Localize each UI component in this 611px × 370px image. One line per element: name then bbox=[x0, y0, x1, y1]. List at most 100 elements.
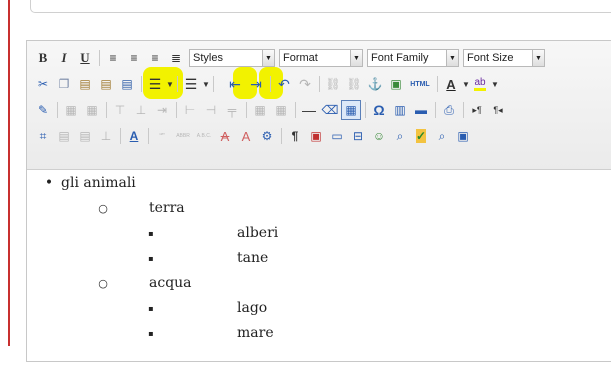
insert-layer-button[interactable]: ⌗ bbox=[33, 126, 53, 146]
template-button[interactable]: ▣ bbox=[306, 126, 326, 146]
row-before-button[interactable]: ⊤ bbox=[110, 100, 130, 120]
unlink-button[interactable]: ⛓ bbox=[344, 74, 364, 94]
undo-button[interactable]: ↶ bbox=[274, 74, 294, 94]
acronym-button[interactable]: A.B.C. bbox=[194, 126, 214, 146]
print-button[interactable]: ⎙ bbox=[439, 100, 459, 120]
delete-col-button[interactable]: ╤ bbox=[222, 100, 242, 120]
indent-button[interactable]: ⇥ bbox=[246, 74, 266, 94]
outdent-button[interactable]: ⇤ bbox=[225, 74, 245, 94]
styles-select[interactable]: Styles ▼ bbox=[189, 49, 275, 67]
format-select[interactable]: Format ▼ bbox=[279, 49, 363, 67]
separator bbox=[365, 102, 366, 118]
styleprops-button[interactable]: A bbox=[124, 126, 144, 146]
align-left-button[interactable]: ≡ bbox=[103, 48, 123, 68]
merge-cells-button[interactable]: ▦ bbox=[271, 100, 291, 120]
media-button[interactable]: ▥ bbox=[390, 100, 410, 120]
del-button[interactable]: A bbox=[215, 126, 235, 146]
highlight-color-dropdown[interactable]: ▼ bbox=[491, 80, 499, 89]
move-backward-button[interactable]: ▤ bbox=[75, 126, 95, 146]
align-left-icon: ≡ bbox=[109, 51, 117, 65]
list-item-text: mare bbox=[237, 325, 274, 341]
align-center-button[interactable]: ≡ bbox=[124, 48, 144, 68]
ins-button[interactable]: A bbox=[236, 126, 256, 146]
font-color-dropdown[interactable]: ▼ bbox=[462, 80, 470, 89]
bullet-list-button[interactable]: ☰ bbox=[145, 74, 165, 94]
copy-icon: ❐ bbox=[58, 77, 70, 91]
html-source-button[interactable]: HTML bbox=[407, 74, 433, 94]
paste-text-button[interactable]: ▤ bbox=[96, 74, 116, 94]
emotions-button[interactable]: ☺ bbox=[369, 126, 389, 146]
bold-button[interactable]: B bbox=[33, 48, 53, 68]
align-center-icon: ≡ bbox=[130, 51, 138, 65]
image-button[interactable]: ▣ bbox=[386, 74, 406, 94]
insert-layer-icon: ⌗ bbox=[39, 128, 47, 143]
separator bbox=[270, 76, 271, 92]
search-replace-button[interactable]: ⌕ bbox=[432, 126, 452, 146]
align-justify-button[interactable]: ≣ bbox=[166, 48, 186, 68]
copy-button[interactable]: ❐ bbox=[54, 74, 74, 94]
insert-text-icon: A bbox=[241, 128, 251, 144]
numbered-list-button[interactable]: ☰ bbox=[181, 74, 201, 94]
attribs-button[interactable]: ⚙ bbox=[257, 126, 277, 146]
font-color-button[interactable]: A bbox=[441, 74, 461, 94]
horizontal-rule-button[interactable]: — bbox=[299, 100, 319, 120]
split-cells-button[interactable]: ▦ bbox=[250, 100, 270, 120]
rtl-button[interactable]: ¶◂ bbox=[488, 100, 508, 120]
paste-word-button[interactable]: ▤ bbox=[117, 74, 137, 94]
link-button[interactable]: ⛓ bbox=[323, 74, 343, 94]
numbered-list-dropdown[interactable]: ▼ bbox=[202, 80, 210, 89]
cite-button[interactable]: “” bbox=[152, 126, 172, 146]
list-item: ▪ mare bbox=[143, 322, 274, 344]
code-button[interactable]: ▣ bbox=[453, 126, 473, 146]
preview-button[interactable]: ⌕ bbox=[390, 126, 410, 146]
redo-button[interactable]: ↷ bbox=[295, 74, 315, 94]
html-label: HTML bbox=[410, 80, 430, 88]
paragraph-icon: ¶ bbox=[291, 129, 299, 143]
edit-button[interactable]: ✎ bbox=[33, 100, 53, 120]
show-blocks-button[interactable]: ¶ bbox=[285, 126, 305, 146]
top-input-box[interactable] bbox=[30, 0, 611, 13]
visual-aid-button[interactable]: ▦ bbox=[341, 100, 361, 120]
paste-button[interactable]: ▤ bbox=[75, 74, 95, 94]
spellcheck-button[interactable]: ✓ bbox=[411, 126, 431, 146]
numbered-list-icon: ☰ bbox=[184, 75, 198, 92]
fullscreen-button[interactable]: ▭ bbox=[327, 126, 347, 146]
col-after-button[interactable]: ⊣ bbox=[201, 100, 221, 120]
bullet-list-dropdown[interactable]: ▼ bbox=[166, 80, 174, 89]
table-props-button[interactable]: ▦ bbox=[82, 100, 102, 120]
table-props-icon: ▦ bbox=[86, 103, 98, 117]
nonbreaking-button[interactable]: ⊟ bbox=[348, 126, 368, 146]
special-char-button[interactable]: Ω bbox=[369, 100, 389, 120]
list-item-text: tane bbox=[237, 250, 269, 266]
format-select-label: Format bbox=[283, 52, 318, 64]
remove-format-button[interactable]: ⌫ bbox=[320, 100, 340, 120]
col-before-button[interactable]: ⊢ bbox=[180, 100, 200, 120]
strikethrough-icon: A bbox=[220, 128, 230, 144]
move-forward-button[interactable]: ▤ bbox=[54, 126, 74, 146]
separator bbox=[141, 76, 142, 92]
italic-button[interactable]: I bbox=[54, 48, 74, 68]
table-button[interactable]: ▦ bbox=[61, 100, 81, 120]
delete-row-button[interactable]: ⇥ bbox=[152, 100, 172, 120]
anchor-button[interactable]: ⚓ bbox=[365, 74, 385, 94]
editor-content-area[interactable]: • gli animali ○ terra ▪ alberi ▪ tane ○ … bbox=[27, 170, 611, 370]
page-break-button[interactable]: ▬ bbox=[411, 100, 431, 120]
cut-button[interactable]: ✂ bbox=[33, 74, 53, 94]
font-size-select[interactable]: Font Size ▼ bbox=[463, 49, 545, 67]
underline-button[interactable]: U bbox=[75, 48, 95, 68]
abbr-button[interactable]: ABBR bbox=[173, 126, 193, 146]
chevron-down-icon: ▼ bbox=[446, 50, 458, 66]
chevron-down-icon: ▼ bbox=[532, 50, 544, 66]
col-before-icon: ⊢ bbox=[184, 103, 196, 117]
absolute-button[interactable]: ⊥ bbox=[96, 126, 116, 146]
underline-label: U bbox=[80, 50, 90, 65]
ltr-button[interactable]: ▸¶ bbox=[467, 100, 487, 120]
font-family-select[interactable]: Font Family ▼ bbox=[367, 49, 459, 67]
smiley-icon: ☺ bbox=[372, 129, 386, 143]
list-item: ▪ tane bbox=[143, 247, 268, 269]
align-right-button[interactable]: ≡ bbox=[145, 48, 165, 68]
highlight-color-button[interactable]: ab bbox=[470, 74, 490, 94]
separator bbox=[120, 128, 121, 144]
preview-icon: ⌕ bbox=[396, 128, 404, 143]
row-after-button[interactable]: ⊥ bbox=[131, 100, 151, 120]
